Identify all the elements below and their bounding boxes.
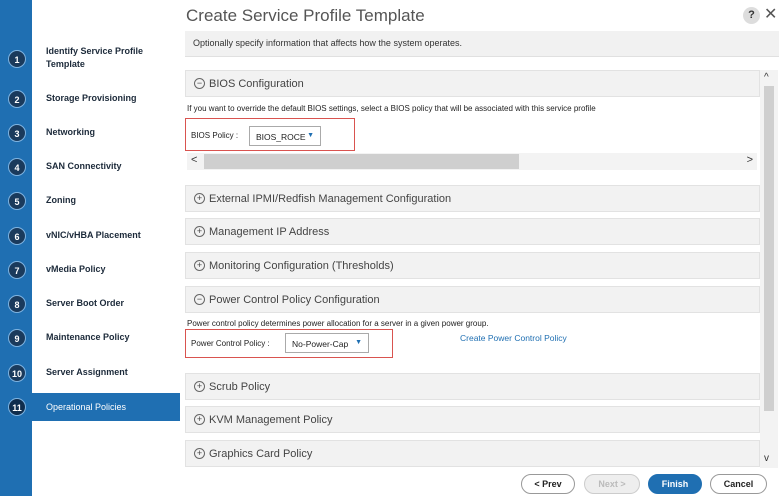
scroll-right-icon[interactable]: > (747, 154, 753, 166)
dropdown-caret-icon: ▼ (307, 132, 314, 139)
step-number: 1 (8, 50, 26, 68)
step-number: 11 (8, 398, 26, 416)
step-label: Networking (46, 127, 96, 137)
dropdown-caret-icon: ▼ (355, 339, 362, 346)
step-label: Operational Policies (46, 402, 127, 412)
section-title: Scrub Policy (209, 381, 271, 393)
scroll-left-icon[interactable]: < (191, 154, 197, 166)
expand-icon[interactable]: + (194, 260, 205, 271)
step-number: 8 (8, 295, 26, 313)
step-vnic-vhba-placement[interactable]: 6 vNIC/vHBA Placement (0, 221, 180, 251)
step-maintenance-policy[interactable]: 9 Maintenance Policy (0, 323, 180, 353)
section-management-ip[interactable]: + Management IP Address (185, 218, 760, 245)
section-title: Graphics Card Policy (209, 448, 313, 460)
collapse-icon[interactable]: − (194, 78, 205, 89)
step-networking[interactable]: 3 Networking (0, 118, 180, 148)
bios-description: If you want to override the default BIOS… (187, 104, 596, 113)
section-power-control-policy[interactable]: − Power Control Policy Configuration (185, 286, 760, 313)
section-bios-configuration[interactable]: − BIOS Configuration (185, 70, 760, 97)
section-title: KVM Management Policy (209, 414, 333, 426)
step-number: 7 (8, 261, 26, 279)
step-san-connectivity[interactable]: 4 SAN Connectivity (0, 152, 180, 182)
section-kvm-management-policy[interactable]: + KVM Management Policy (185, 406, 760, 433)
close-icon[interactable]: ✕ (764, 4, 777, 24)
step-number: 10 (8, 364, 26, 382)
step-number: 3 (8, 124, 26, 142)
help-icon[interactable]: ? (743, 7, 760, 24)
horizontal-scrollbar[interactable]: < > (187, 153, 757, 170)
step-identify-template[interactable]: 1 Identify Service Profile Template (0, 42, 180, 76)
finish-button[interactable]: Finish (648, 474, 702, 494)
bios-policy-label: BIOS Policy : (191, 131, 239, 140)
expand-icon[interactable]: + (194, 226, 205, 237)
expand-icon[interactable]: + (194, 193, 205, 204)
info-bar: Optionally specify information that affe… (185, 31, 779, 57)
expand-icon[interactable]: + (194, 448, 205, 459)
expand-icon[interactable]: + (194, 381, 205, 392)
section-title: External IPMI/Redfish Management Configu… (209, 193, 452, 205)
selected-value: No-Power-Cap (292, 339, 349, 349)
step-storage-provisioning[interactable]: 2 Storage Provisioning (0, 84, 180, 114)
section-scrub-policy[interactable]: + Scrub Policy (185, 373, 760, 400)
step-label: Storage Provisioning (46, 93, 137, 103)
vertical-scrollbar[interactable]: ^ v (760, 70, 778, 468)
scroll-thumb[interactable] (204, 154, 519, 169)
section-title: Monitoring Configuration (Thresholds) (209, 260, 394, 272)
step-number: 6 (8, 227, 26, 245)
step-label: Maintenance Policy (46, 332, 130, 342)
step-server-boot-order[interactable]: 8 Server Boot Order (0, 289, 180, 319)
step-label: vNIC/vHBA Placement (46, 230, 141, 240)
section-external-ipmi[interactable]: + External IPMI/Redfish Management Confi… (185, 185, 760, 212)
bios-policy-select[interactable]: BIOS_ROCE ▼ (249, 126, 321, 146)
step-label: vMedia Policy (46, 264, 106, 274)
step-number: 5 (8, 192, 26, 210)
step-label: Identify Service Profile Template (46, 46, 144, 69)
step-server-assignment[interactable]: 10 Server Assignment (0, 358, 180, 388)
section-graphics-card-policy[interactable]: + Graphics Card Policy (185, 440, 760, 467)
collapse-icon[interactable]: − (194, 294, 205, 305)
section-monitoring-configuration[interactable]: + Monitoring Configuration (Thresholds) (185, 252, 760, 279)
scroll-thumb[interactable] (764, 86, 774, 411)
step-label: Server Boot Order (46, 298, 125, 308)
step-number: 9 (8, 329, 26, 347)
section-title: Management IP Address (209, 226, 330, 238)
prev-button[interactable]: < Prev (521, 474, 575, 494)
info-text: Optionally specify information that affe… (193, 38, 462, 48)
next-button[interactable]: Next > (584, 474, 640, 494)
selected-value: BIOS_ROCE (256, 132, 306, 142)
step-label: Server Assignment (46, 367, 128, 377)
power-control-policy-select[interactable]: No-Power-Cap ▼ (285, 333, 369, 353)
wizard-steps: 1 Identify Service Profile Template 2 St… (0, 0, 180, 496)
scroll-up-icon[interactable]: ^ (764, 72, 769, 83)
step-label: Zoning (46, 195, 76, 205)
step-zoning[interactable]: 5 Zoning (0, 186, 180, 216)
expand-icon[interactable]: + (194, 414, 205, 425)
dialog-title: Create Service Profile Template (186, 6, 425, 25)
step-label: SAN Connectivity (46, 161, 122, 171)
power-description: Power control policy determines power al… (187, 319, 489, 328)
step-operational-policies[interactable]: 11 Operational Policies (0, 393, 180, 421)
power-policy-label: Power Control Policy : (191, 339, 270, 348)
cancel-button[interactable]: Cancel (710, 474, 767, 494)
section-title: BIOS Configuration (209, 78, 304, 90)
create-power-control-policy-link[interactable]: Create Power Control Policy (460, 333, 567, 343)
step-vmedia-policy[interactable]: 7 vMedia Policy (0, 255, 180, 285)
policy-pane: − BIOS Configuration If you want to over… (185, 70, 760, 468)
scroll-down-icon[interactable]: v (764, 453, 769, 464)
section-title: Power Control Policy Configuration (209, 294, 380, 306)
step-number: 4 (8, 158, 26, 176)
step-number: 2 (8, 90, 26, 108)
